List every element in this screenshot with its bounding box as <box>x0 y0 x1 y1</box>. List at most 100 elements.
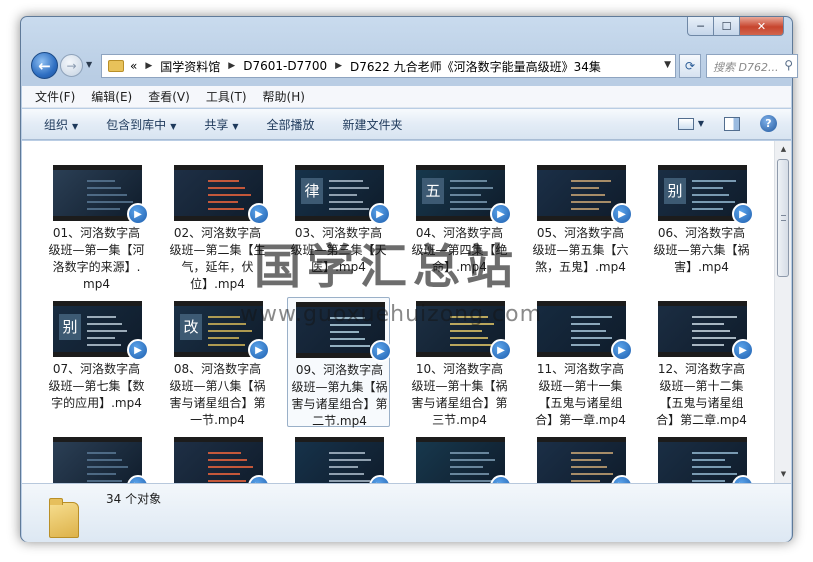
search-placeholder: 搜索 D762... <box>713 61 779 74</box>
file-item[interactable]: ▶ 11、河洛数字高级班—第十一集【五鬼与诸星组合】第一章.mp4 <box>529 297 633 427</box>
thumbnail-glyph: 律 <box>301 178 323 204</box>
video-thumbnail <box>416 437 505 483</box>
preview-pane-icon[interactable] <box>724 116 740 131</box>
video-thumbnail <box>53 437 142 483</box>
media-player-icon: ▶ <box>370 340 392 362</box>
file-item[interactable]: ▶ <box>650 433 754 483</box>
change-view-icon[interactable] <box>677 117 694 130</box>
media-player-icon: ▶ <box>369 203 391 225</box>
file-name: 01、河洛数字高级班—第一集【河洛数字的来源】.mp4 <box>48 226 145 291</box>
chevron-down-icon: ▼ <box>170 121 177 131</box>
file-item[interactable]: ▶ 10、河洛数字高级班—第十集【祸害与诸星组合】第三节.mp4 <box>408 297 512 427</box>
scroll-down-icon[interactable]: ▼ <box>775 466 791 483</box>
chevron-right-icon[interactable]: ▶ <box>335 61 342 71</box>
file-item[interactable]: 律 ▶ 03、河洛数字高级班—第三集【天医】.mp4 <box>287 161 391 291</box>
menu-edit[interactable]: 编辑(E) <box>91 88 132 105</box>
video-thumbnail <box>537 437 626 483</box>
address-dropdown-icon[interactable]: ▼ <box>664 60 671 70</box>
share-label: 共享 <box>204 117 229 132</box>
media-player-icon: ▶ <box>490 339 512 361</box>
media-player-icon: ▶ <box>248 203 270 225</box>
file-name: 12、河洛数字高级班—第十二集【五鬼与诸星组合】第二章.mp4 <box>656 362 747 427</box>
refresh-icon[interactable]: ⟳ <box>679 54 701 78</box>
details-pane: 34 个对象 <box>22 483 791 542</box>
item-count: 34 个对象 <box>106 492 162 506</box>
breadcrumb-prefix[interactable]: « <box>130 59 137 73</box>
scroll-up-icon[interactable]: ▲ <box>775 141 791 158</box>
video-thumbnail <box>658 437 747 483</box>
maximize-button[interactable]: ☐ <box>714 17 740 36</box>
menu-help[interactable]: 帮助(H) <box>263 88 305 105</box>
file-name: 09、河洛数字高级班—第九集【祸害与诸星组合】第二节.mp4 <box>291 363 388 428</box>
breadcrumb-item[interactable]: 国学资料馆 <box>160 58 220 75</box>
file-item[interactable]: ▶ 05、河洛数字高级班—第五集【六煞，五鬼】.mp4 <box>529 161 633 291</box>
back-arrow-icon[interactable]: ← <box>31 52 58 79</box>
menu-file[interactable]: 文件(F) <box>35 88 75 105</box>
menu-tools[interactable]: 工具(T) <box>206 88 247 105</box>
menu-view[interactable]: 查看(V) <box>148 88 190 105</box>
file-item[interactable]: ▶ <box>45 433 149 483</box>
file-item[interactable]: ▶ 09、河洛数字高级班—第九集【祸害与诸星组合】第二节.mp4 <box>287 297 392 428</box>
file-item[interactable]: ▶ 02、河洛数字高级班—第二集【生气，延年，伏位】.mp4 <box>166 161 270 291</box>
search-icon[interactable]: ⚲ <box>784 58 793 72</box>
file-item[interactable]: ▶ 12、河洛数字高级班—第十二集【五鬼与诸星组合】第二章.mp4 <box>650 297 754 427</box>
file-name: 10、河洛数字高级班—第十集【祸害与诸星组合】第三节.mp4 <box>411 362 508 427</box>
file-name: 11、河洛数字高级班—第十一集【五鬼与诸星组合】第一章.mp4 <box>535 362 626 427</box>
chevron-down-icon[interactable]: ▼ <box>698 119 704 128</box>
organize-button[interactable]: 组织 ▼ <box>44 116 78 133</box>
media-player-icon: ▶ <box>732 203 754 225</box>
file-name: 06、河洛数字高级班—第六集【祸害】.mp4 <box>653 226 750 274</box>
folder-icon <box>49 498 79 538</box>
file-name: 07、河洛数字高级班—第七集【数字的应用】.mp4 <box>48 362 145 410</box>
media-player-icon: ▶ <box>611 339 633 361</box>
vertical-scrollbar[interactable]: ▲ ▼ <box>774 141 791 483</box>
file-view: ▲ ▼ ▶ 01、河洛数字高级班—第一集【河洛数字的来源】.mp4 ▶ 02、河洛数字… <box>22 141 791 483</box>
breadcrumb-item[interactable]: D7622 九合老师《河洛数字能量高级班》34集 <box>350 58 601 75</box>
help-icon[interactable]: ? <box>760 115 777 132</box>
file-item[interactable]: 别 ▶ 06、河洛数字高级班—第六集【祸害】.mp4 <box>650 161 754 291</box>
media-player-icon: ▶ <box>732 339 754 361</box>
file-item[interactable]: ▶ <box>287 433 391 483</box>
chevron-down-icon: ▼ <box>72 121 79 131</box>
include-library-label: 包含到库中 <box>106 117 167 132</box>
thumbnail-glyph: 五 <box>422 178 444 204</box>
file-name: 02、河洛数字高级班—第二集【生气，延年，伏位】.mp4 <box>169 226 266 291</box>
minimize-button[interactable]: ─ <box>687 17 714 36</box>
file-item[interactable]: 别 ▶ 07、河洛数字高级班—第七集【数字的应用】.mp4 <box>45 297 149 427</box>
file-item[interactable]: 五 ▶ 04、河洛数字高级班—第四集【绝命】.mp4 <box>408 161 512 291</box>
file-item[interactable]: ▶ 01、河洛数字高级班—第一集【河洛数字的来源】.mp4 <box>45 161 149 291</box>
media-player-icon: ▶ <box>127 203 149 225</box>
menu-bar: 文件(F) 编辑(E) 查看(V) 工具(T) 帮助(H) <box>22 86 791 108</box>
video-thumbnail <box>295 437 384 483</box>
file-item[interactable]: ▶ <box>529 433 633 483</box>
forward-arrow-icon[interactable]: → <box>60 54 83 77</box>
file-name: 03、河洛数字高级班—第三集【天医】.mp4 <box>290 226 387 274</box>
view-controls: ▼ ? <box>677 115 777 132</box>
breadcrumb-item[interactable]: D7601-D7700 <box>243 59 327 73</box>
share-button[interactable]: 共享 ▼ <box>204 116 238 133</box>
media-player-icon: ▶ <box>611 203 633 225</box>
recent-pages-dropdown[interactable]: ▼ <box>86 60 92 69</box>
file-name: 08、河洛数字高级班—第八集【祸害与诸星组合】第一节.mp4 <box>169 362 266 427</box>
search-input[interactable]: 搜索 D762... ⚲ <box>706 54 798 78</box>
scroll-thumb[interactable] <box>777 159 789 277</box>
chevron-right-icon[interactable]: ▶ <box>228 61 235 71</box>
include-library-button[interactable]: 包含到库中 ▼ <box>106 116 176 133</box>
thumbnail-glyph: 改 <box>180 314 202 340</box>
chevron-down-icon: ▼ <box>232 121 239 131</box>
organize-label: 组织 <box>44 117 69 132</box>
file-item[interactable]: 改 ▶ 08、河洛数字高级班—第八集【祸害与诸星组合】第一节.mp4 <box>166 297 270 427</box>
file-item[interactable]: ▶ <box>166 433 270 483</box>
file-item[interactable]: ▶ <box>408 433 512 483</box>
thumbnail-glyph: 别 <box>664 178 686 204</box>
media-player-icon: ▶ <box>248 339 270 361</box>
navigation-bar: ← → ▼ « ▶ 国学资料馆 ▶ D7601-D7700 ▶ D7622 九合… <box>29 52 798 82</box>
media-player-icon: ▶ <box>490 203 512 225</box>
new-folder-button[interactable]: 新建文件夹 <box>343 116 403 133</box>
address-bar[interactable]: « ▶ 国学资料馆 ▶ D7601-D7700 ▶ D7622 九合老师《河洛数… <box>101 54 676 78</box>
window-controls: ─ ☐ ✕ <box>687 17 784 36</box>
play-all-button[interactable]: 全部播放 <box>267 116 315 133</box>
chevron-right-icon: ▶ <box>145 61 153 71</box>
file-name: 04、河洛数字高级班—第四集【绝命】.mp4 <box>411 226 508 274</box>
close-button[interactable]: ✕ <box>740 17 784 36</box>
